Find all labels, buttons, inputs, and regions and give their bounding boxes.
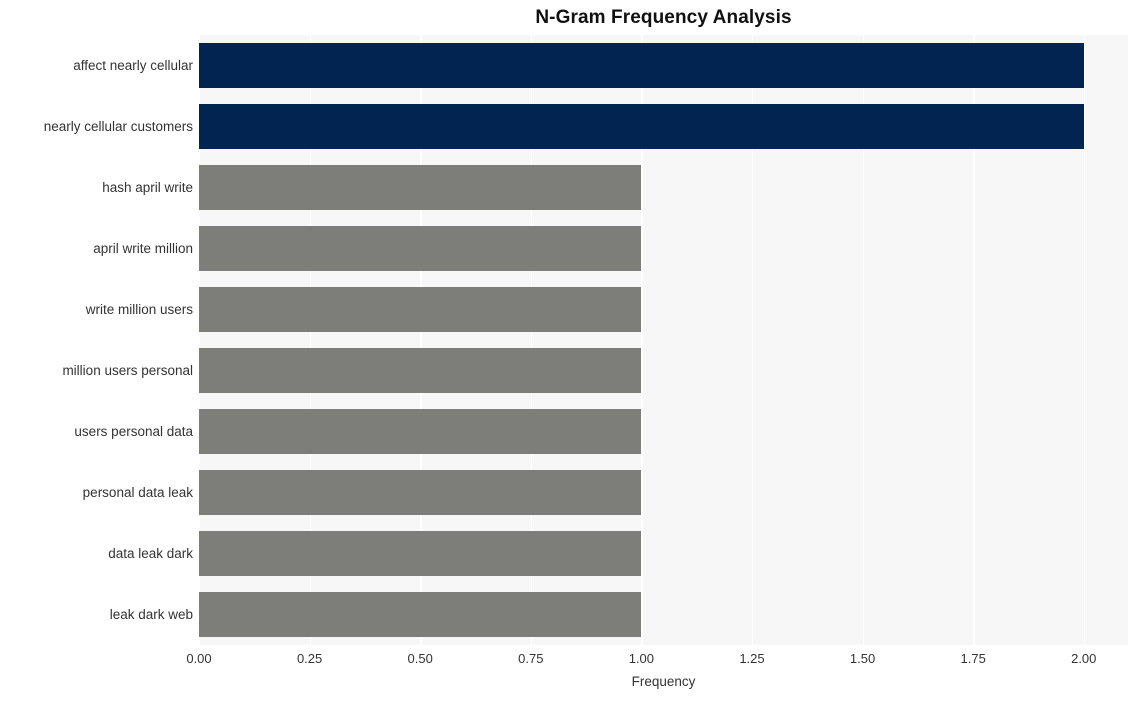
gridline-x-8 (1083, 35, 1086, 645)
x-axis-title: Frequency (631, 674, 696, 689)
y-axis-tick-label: write million users (85, 301, 193, 317)
y-axis-tick-label: million users personal (62, 362, 193, 378)
y-axis-tick-label: april write million (93, 240, 193, 256)
chart-figure: N-Gram Frequency Analysis affect nearly … (0, 0, 1138, 701)
y-axis-tick-label: users personal data (74, 423, 193, 439)
bar[interactable] (199, 531, 642, 576)
x-axis-tick-label: 1.25 (739, 651, 765, 666)
y-axis-tick-label: affect nearly cellular (73, 57, 193, 73)
x-axis-tick-labels: 0.00 0.25 0.50 0.75 1.00 1.25 1.50 1.75 2.00 (0, 650, 1138, 672)
bar[interactable] (199, 43, 1084, 88)
bar[interactable] (199, 470, 642, 515)
bar[interactable] (199, 287, 642, 332)
chart-title: N-Gram Frequency Analysis (535, 7, 792, 28)
bar[interactable] (199, 104, 1084, 149)
bar[interactable] (199, 409, 642, 454)
y-axis-tick-label: personal data leak (82, 484, 193, 500)
bar[interactable] (199, 348, 642, 393)
x-axis-tick-label: 0.25 (296, 651, 323, 666)
x-axis-tick-label: 0.00 (186, 651, 212, 666)
bar[interactable] (199, 226, 642, 271)
y-axis-tick-label: nearly cellular customers (43, 118, 193, 134)
x-axis-tick-label: 2.00 (1071, 651, 1097, 666)
plot-area (199, 35, 1128, 645)
y-axis-tick-label: data leak dark (108, 545, 193, 561)
bar[interactable] (199, 165, 642, 210)
x-axis-tick-label: 0.50 (407, 651, 433, 666)
bar[interactable] (199, 592, 642, 637)
x-axis-tick-label: 1.50 (849, 651, 876, 666)
y-axis-tick-label: hash april write (102, 179, 193, 195)
x-axis-tick-label: 0.75 (518, 651, 544, 666)
y-axis-labels: affect nearly cellular nearly cellular cu… (0, 35, 193, 645)
y-axis-tick-label: leak dark web (109, 606, 193, 622)
x-axis-tick-label: 1.75 (960, 651, 986, 666)
x-axis-tick-label: 1.00 (628, 651, 655, 666)
